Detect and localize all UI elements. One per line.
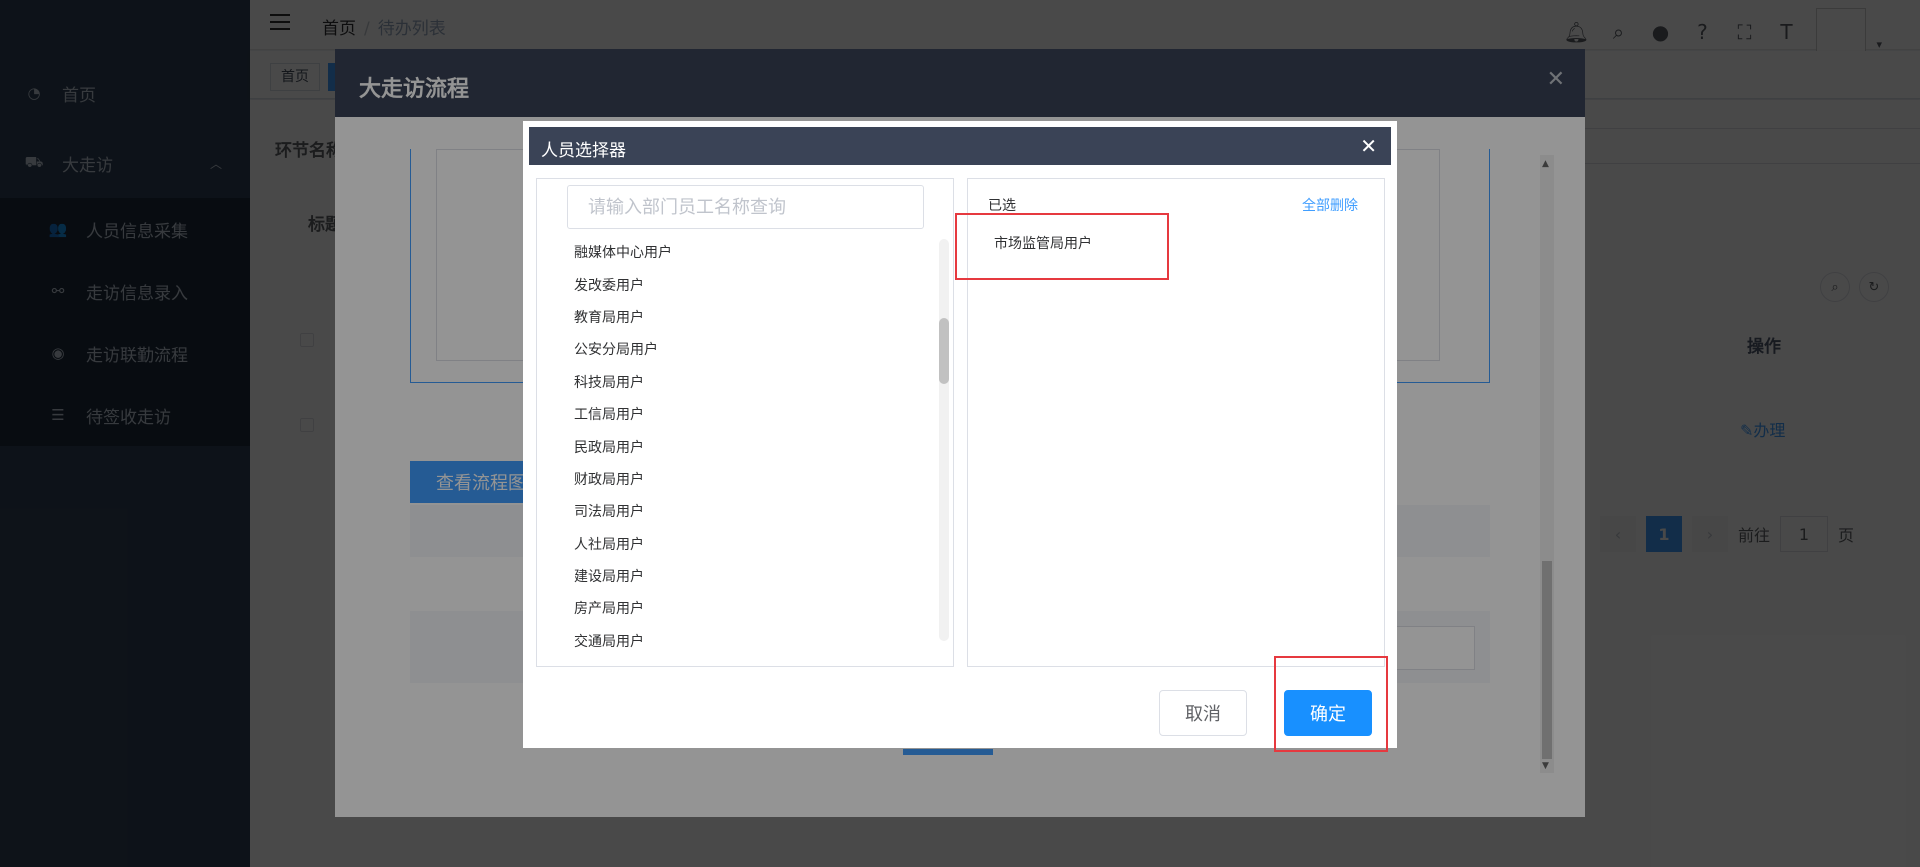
list-scrollbar[interactable]: [939, 239, 949, 641]
close-icon[interactable]: ✕: [1360, 134, 1377, 158]
clear-all-link[interactable]: 全部删除: [1302, 195, 1358, 215]
user-list-item[interactable]: 建设局用户: [574, 560, 894, 592]
person-selector-dialog: 人员选择器 ✕ 融媒体中心用户发改委用户教育局用户公安分局用户科技局用户工信局用…: [523, 121, 1397, 752]
user-search-input[interactable]: [567, 185, 924, 229]
user-list-item[interactable]: 工信局用户: [574, 398, 894, 430]
user-list-item[interactable]: 公安分局用户: [574, 333, 894, 365]
user-list-item[interactable]: 教育局用户: [574, 301, 894, 333]
highlight-box-selected: [955, 213, 1169, 280]
user-list-panel: 融媒体中心用户发改委用户教育局用户公安分局用户科技局用户工信局用户民政局用户财政…: [536, 178, 954, 667]
user-list-item[interactable]: 司法局用户: [574, 495, 894, 527]
cancel-button[interactable]: 取消: [1159, 690, 1247, 736]
dialog-title: 人员选择器: [541, 141, 626, 161]
user-list-item[interactable]: 财政局用户: [574, 463, 894, 495]
user-list-item[interactable]: 科技局用户: [574, 366, 894, 398]
selected-title: 已选: [988, 198, 1016, 214]
user-list-item[interactable]: 房产局用户: [574, 592, 894, 624]
list-scrollbar-thumb[interactable]: [939, 318, 949, 384]
dialog-header: 人员选择器 ✕: [529, 127, 1391, 165]
user-list-item[interactable]: 人社局用户: [574, 528, 894, 560]
user-list-item[interactable]: 民政局用户: [574, 430, 894, 462]
highlight-box-confirm: [1274, 656, 1388, 752]
user-list-item[interactable]: 发改委用户: [574, 268, 894, 300]
user-list-item[interactable]: 融媒体中心用户: [574, 236, 894, 268]
user-list: 融媒体中心用户 发改委用户 教育局用户 公安分局用户 科技局用户 工信局用户 民政局用户 财政…: [574, 236, 894, 657]
user-list-item[interactable]: 交通局用户: [574, 625, 894, 657]
